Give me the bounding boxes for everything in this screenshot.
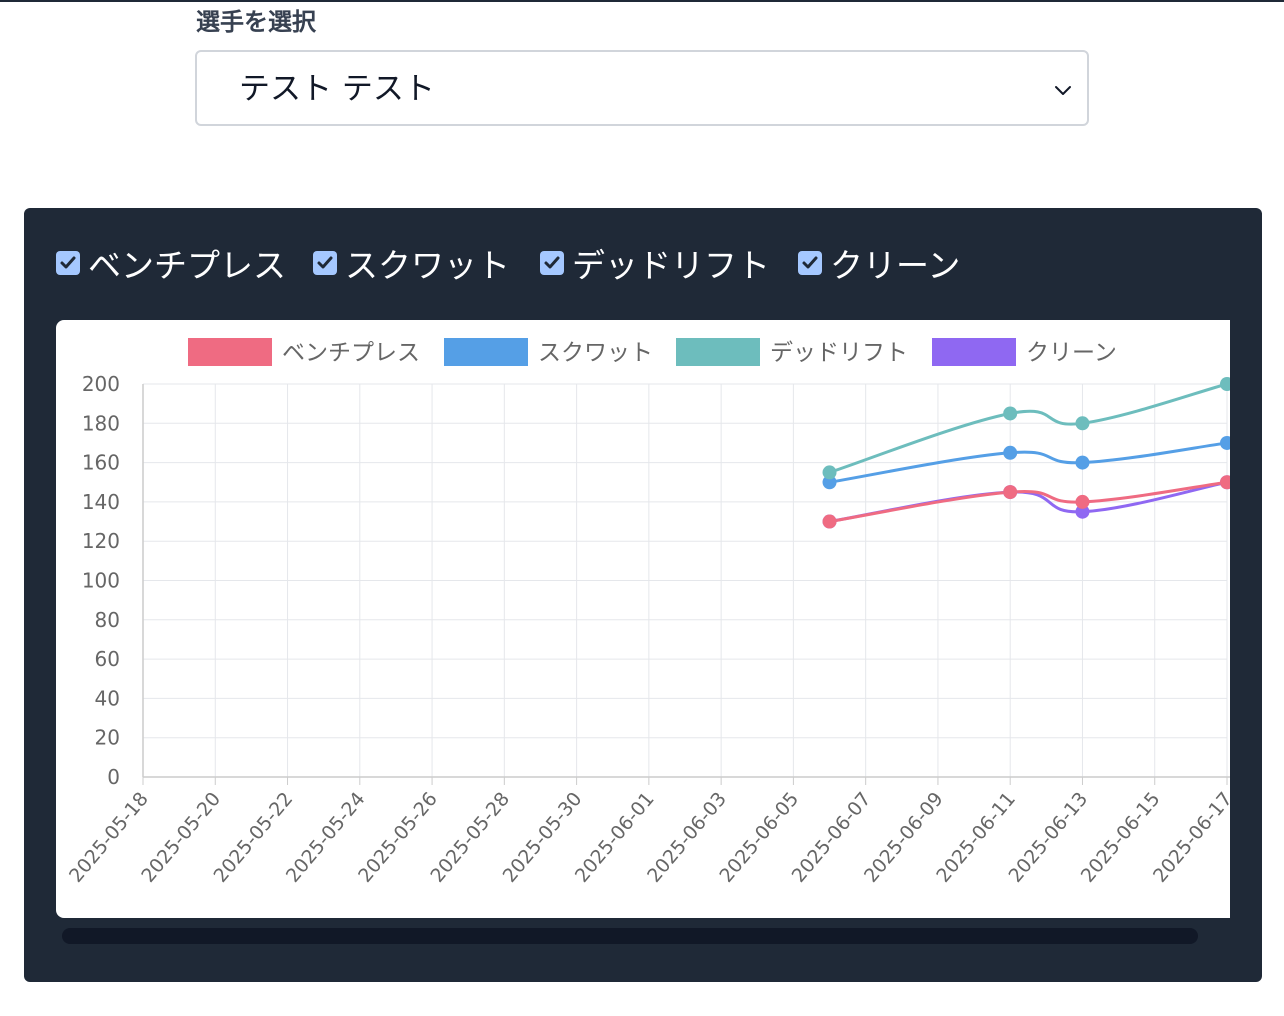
- checkbox-squat[interactable]: [313, 251, 337, 275]
- data-point: [1220, 435, 1230, 450]
- toggle-bench-press[interactable]: ベンチプレス: [56, 238, 286, 288]
- legend-swatch: [188, 338, 272, 366]
- chart-card: 0 20 40 60 80 100 120 140 160 180 200 2025-05-18 202…: [56, 320, 1230, 918]
- horizontal-scrollbar[interactable]: [62, 928, 1198, 944]
- legend-swatch: [676, 338, 760, 366]
- series-line: [829, 382, 1228, 474]
- legend-label: ベンチプレス: [282, 340, 420, 366]
- check-icon: [60, 256, 76, 269]
- data-point: [1220, 475, 1230, 490]
- check-icon: [544, 256, 560, 269]
- y-tick-label: 140: [82, 490, 120, 514]
- toggle-label: クリーン: [830, 246, 961, 285]
- toggle-clean[interactable]: クリーン: [798, 238, 960, 288]
- y-tick-label: 120: [82, 529, 120, 553]
- y-tick-label: 40: [95, 686, 120, 710]
- toggle-label: ベンチプレス: [88, 246, 286, 285]
- data-point: [1075, 455, 1090, 470]
- top-border: [0, 0, 1284, 2]
- legend-swatch: [932, 338, 1016, 366]
- checkbox-bench-press[interactable]: [56, 251, 80, 275]
- data-point: [822, 465, 837, 480]
- data-point: [1075, 494, 1090, 509]
- data-point: [1075, 416, 1090, 431]
- data-point: [822, 514, 837, 529]
- legend-label: スクワット: [538, 340, 653, 366]
- legend-label: クリーン: [1026, 340, 1117, 366]
- check-icon: [317, 256, 333, 269]
- athlete-select[interactable]: テスト テスト: [195, 50, 1089, 126]
- athlete-select-label: 選手を選択: [196, 8, 316, 36]
- y-tick-label: 60: [95, 647, 120, 671]
- lift-progress-chart: 0204060801001201401601802002025-05-18202…: [65, 338, 1230, 887]
- toggle-deadlift[interactable]: デッドリフト: [540, 238, 770, 288]
- data-point: [1003, 485, 1018, 500]
- data-point: [1003, 445, 1018, 460]
- chevron-down-icon: [1055, 86, 1071, 95]
- y-tick-label: 160: [82, 451, 120, 475]
- data-point: [1220, 377, 1230, 391]
- legend-label: デッドリフト: [770, 340, 908, 366]
- data-point: [1003, 406, 1018, 421]
- checkbox-deadlift[interactable]: [540, 251, 564, 275]
- y-tick-label: 20: [95, 726, 120, 750]
- checkbox-clean[interactable]: [798, 251, 822, 275]
- y-tick-label: 0: [107, 765, 120, 789]
- toggle-label: スクワット: [345, 246, 510, 285]
- y-tick-label: 200: [82, 372, 120, 396]
- y-tick-label: 180: [82, 411, 120, 435]
- toggle-squat[interactable]: スクワット: [313, 238, 510, 288]
- y-tick-label: 80: [95, 608, 120, 632]
- check-icon: [802, 256, 818, 269]
- legend-swatch: [444, 338, 528, 366]
- y-tick-label: 100: [82, 569, 120, 593]
- chart-panel: ベンチプレス スクワット デッドリフト クリーン 0 20 40 60 80 100 120…: [24, 208, 1262, 982]
- toggle-label: デッドリフト: [572, 246, 770, 285]
- athlete-select-value: テスト テスト: [239, 71, 435, 107]
